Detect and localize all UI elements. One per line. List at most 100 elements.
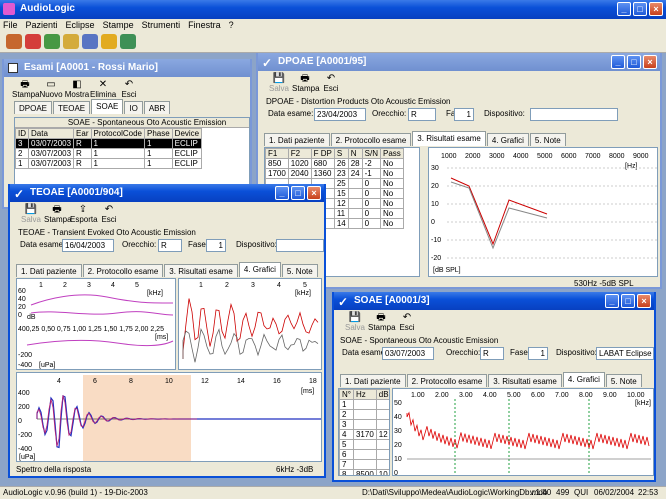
maximize-button[interactable]: □ bbox=[291, 186, 305, 200]
data-esame-field[interactable]: 16/04/2003 bbox=[62, 239, 114, 252]
table-row[interactable]: 4 3170 12 bbox=[339, 429, 389, 440]
minimize-button[interactable]: _ bbox=[275, 186, 289, 200]
tab-soae[interactable]: SOAE bbox=[91, 99, 124, 114]
orecchio-select[interactable]: R bbox=[158, 239, 182, 252]
menu-pazienti[interactable]: Pazienti bbox=[26, 19, 58, 31]
esci-button[interactable]: ↶ Esci bbox=[116, 79, 142, 101]
menu-finestra[interactable]: Finestra bbox=[188, 19, 221, 31]
menu-stampe[interactable]: Stampe bbox=[103, 19, 134, 31]
column-header[interactable]: Ear bbox=[73, 128, 92, 139]
tab-1-dati-paziente[interactable]: 1. Dati paziente bbox=[340, 374, 406, 387]
stampa-button[interactable]: 🖶 Stampa bbox=[292, 73, 320, 95]
folder-icon[interactable] bbox=[63, 34, 79, 49]
column-header[interactable]: Device bbox=[171, 128, 203, 139]
minimize-button[interactable]: _ bbox=[611, 55, 625, 69]
maximize-button[interactable]: □ bbox=[633, 2, 647, 16]
tab-3-risultati-esame[interactable]: 3. Risultati esame bbox=[164, 264, 238, 277]
esci-button[interactable]: ↶ Esci bbox=[394, 312, 420, 334]
tab-3-risultati-esame[interactable]: 3. Risultati esame bbox=[488, 374, 562, 387]
tab-1-dati-paziente[interactable]: 1. Dati paziente bbox=[264, 133, 330, 146]
tab-3-risultati-esame[interactable]: 3. Risultati esame bbox=[412, 131, 486, 146]
column-header[interactable]: Phase bbox=[143, 128, 173, 139]
soae-grid[interactable]: N°HzdB123431701256788500109 bbox=[338, 388, 390, 476]
column-header[interactable]: dB bbox=[375, 389, 389, 400]
orecchio-select[interactable]: R bbox=[480, 347, 504, 360]
column-header[interactable]: S/N bbox=[361, 148, 381, 159]
fase-field[interactable]: 1 bbox=[454, 108, 474, 121]
column-header[interactable]: ProtocolCode bbox=[90, 128, 145, 139]
table-row[interactable]: 8 8500 10 bbox=[339, 469, 389, 475]
table-row[interactable]: 850 1020 680 26 28 -2 No bbox=[265, 158, 404, 169]
tab-dpoae[interactable]: DPOAE bbox=[14, 101, 53, 114]
table-row[interactable]: 1 03/07/2003 R 1 1 ECLIP bbox=[15, 158, 203, 169]
tab-2-protocollo-esame[interactable]: 2. Protocollo esame bbox=[82, 264, 164, 277]
tab-5-note[interactable]: 5. Note bbox=[605, 374, 642, 387]
column-header[interactable]: Data bbox=[27, 128, 75, 139]
column-header[interactable]: F DP bbox=[310, 148, 335, 159]
column-header[interactable]: N° bbox=[339, 389, 354, 400]
esami-table[interactable]: ID Data Ear ProtocolCode Phase Device 3 03/07/2… bbox=[15, 128, 203, 169]
orecchio-select[interactable]: R bbox=[408, 108, 436, 121]
esporta-button[interactable]: ⇪ Esporta bbox=[70, 204, 98, 226]
column-header[interactable]: S bbox=[333, 148, 349, 159]
stampa-button[interactable]: 🖶 Stampa bbox=[368, 312, 396, 334]
maximize-button[interactable]: □ bbox=[627, 55, 641, 69]
menu-strumenti[interactable]: Strumenti bbox=[142, 19, 181, 31]
print-icon[interactable] bbox=[25, 34, 41, 49]
table-row[interactable]: 7 bbox=[339, 459, 389, 470]
column-header[interactable]: N bbox=[347, 148, 363, 159]
exit-icon[interactable] bbox=[120, 34, 136, 49]
table-row[interactable]: 5 bbox=[339, 439, 389, 450]
tab-5-note[interactable]: 5. Note bbox=[529, 133, 566, 146]
menu-eclipse[interactable]: Eclipse bbox=[66, 19, 95, 31]
dispositivo-select[interactable] bbox=[530, 108, 618, 121]
tools-icon[interactable] bbox=[82, 34, 98, 49]
soae-table[interactable]: N°HzdB123431701256788500109 bbox=[339, 389, 389, 475]
close-button[interactable]: × bbox=[643, 55, 657, 69]
column-header[interactable]: Pass bbox=[379, 148, 404, 159]
column-header[interactable]: Hz bbox=[352, 389, 377, 400]
table-row[interactable]: 1700 2040 1360 23 24 -1 No bbox=[265, 168, 404, 179]
column-header[interactable]: F1 bbox=[265, 148, 289, 159]
column-header[interactable]: ID bbox=[15, 128, 29, 139]
tab-4-grafici[interactable]: 4. Grafici bbox=[486, 133, 529, 146]
table-row[interactable]: 3 bbox=[339, 419, 389, 430]
nuovo-button[interactable]: ▭ Nuovo bbox=[38, 79, 64, 101]
table-row[interactable]: 2 bbox=[339, 409, 389, 420]
table-row[interactable]: 2 03/07/2003 R 1 1 ECLIP bbox=[15, 148, 203, 159]
minimize-button[interactable]: _ bbox=[617, 2, 631, 16]
table-row[interactable]: 6 bbox=[339, 449, 389, 460]
stampa-button[interactable]: 🖶 Stampa bbox=[12, 79, 40, 101]
tab-2-protocollo-esame[interactable]: 2. Protocollo esame bbox=[406, 374, 488, 387]
tab-5-note[interactable]: 5. Note bbox=[281, 264, 318, 277]
fase-field[interactable]: 1 bbox=[206, 239, 226, 252]
data-esame-field[interactable]: 03/07/2003 bbox=[382, 347, 434, 360]
tab-4-grafici[interactable]: 4. Grafici bbox=[238, 262, 281, 277]
tab-4-grafici[interactable]: 4. Grafici bbox=[562, 372, 605, 387]
close-button[interactable]: × bbox=[307, 186, 321, 200]
chart-icon[interactable] bbox=[101, 34, 117, 49]
tab-io[interactable]: IO bbox=[124, 101, 143, 114]
minimize-button[interactable]: _ bbox=[605, 294, 619, 308]
tab-abr[interactable]: ABR bbox=[143, 101, 171, 114]
stampa-button[interactable]: 🖶 Stampa bbox=[44, 204, 72, 226]
maximize-button[interactable]: □ bbox=[621, 294, 635, 308]
tab-teoae[interactable]: TEOAE bbox=[53, 101, 91, 114]
exam-icon[interactable] bbox=[44, 34, 60, 49]
data-esame-field[interactable]: 23/04/2003 bbox=[314, 108, 366, 121]
dispositivo-select[interactable] bbox=[276, 239, 324, 252]
menu-file[interactable]: File bbox=[3, 19, 18, 31]
table-row[interactable]: 3 03/07/2003 R 1 1 ECLIP bbox=[15, 138, 203, 149]
elimina-button[interactable]: ✕ Elimina bbox=[90, 79, 116, 101]
column-header[interactable]: F2 bbox=[287, 148, 312, 159]
esci-button[interactable]: ↶ Esci bbox=[318, 73, 344, 95]
table-row[interactable]: 1 bbox=[339, 399, 389, 410]
menu-x[interactable]: ? bbox=[229, 19, 234, 31]
close-button[interactable]: × bbox=[637, 294, 651, 308]
esci-button[interactable]: ↶ Esci bbox=[96, 204, 122, 226]
close-button[interactable]: × bbox=[649, 2, 663, 16]
mostra-button[interactable]: ◧ Mostra bbox=[64, 79, 90, 101]
tab-2-protocollo-esame[interactable]: 2. Protocollo esame bbox=[330, 133, 412, 146]
tab-1-dati-paziente[interactable]: 1. Dati paziente bbox=[16, 264, 82, 277]
patients-icon[interactable] bbox=[6, 34, 22, 49]
